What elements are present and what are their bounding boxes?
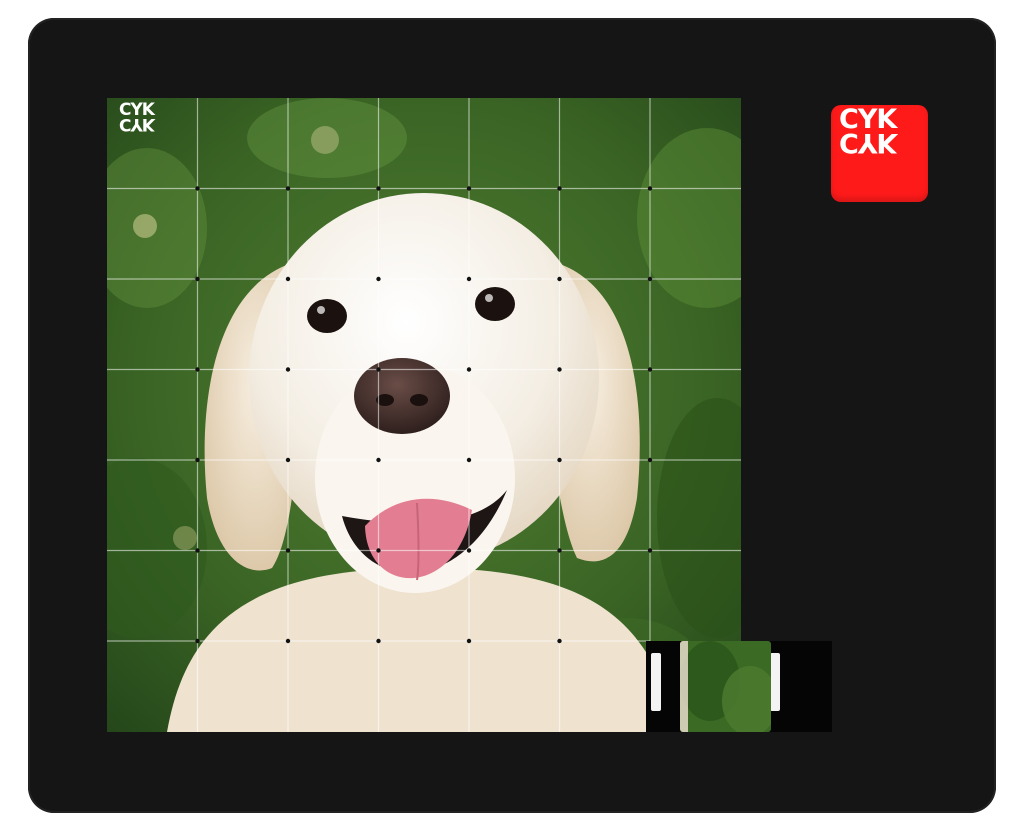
brand-badge-mirror: CYK (839, 127, 897, 158)
brand-logo-small: CYK CYK (119, 102, 155, 135)
slot-left-knob (651, 653, 661, 711)
slot-right-knob (770, 653, 780, 711)
brand-badge-logo: CYK CYK (839, 106, 897, 158)
sliding-tile-image (680, 641, 771, 732)
tile-grid[interactable] (107, 98, 741, 732)
puzzle-board[interactable] (107, 98, 741, 732)
sliding-tile[interactable] (680, 641, 771, 732)
tile-grid-lines (107, 98, 741, 732)
brand-logo-mirror: CYK (119, 114, 154, 134)
tile-grid-nodes (195, 186, 653, 644)
brand-badge: CYK CYK (831, 105, 928, 202)
